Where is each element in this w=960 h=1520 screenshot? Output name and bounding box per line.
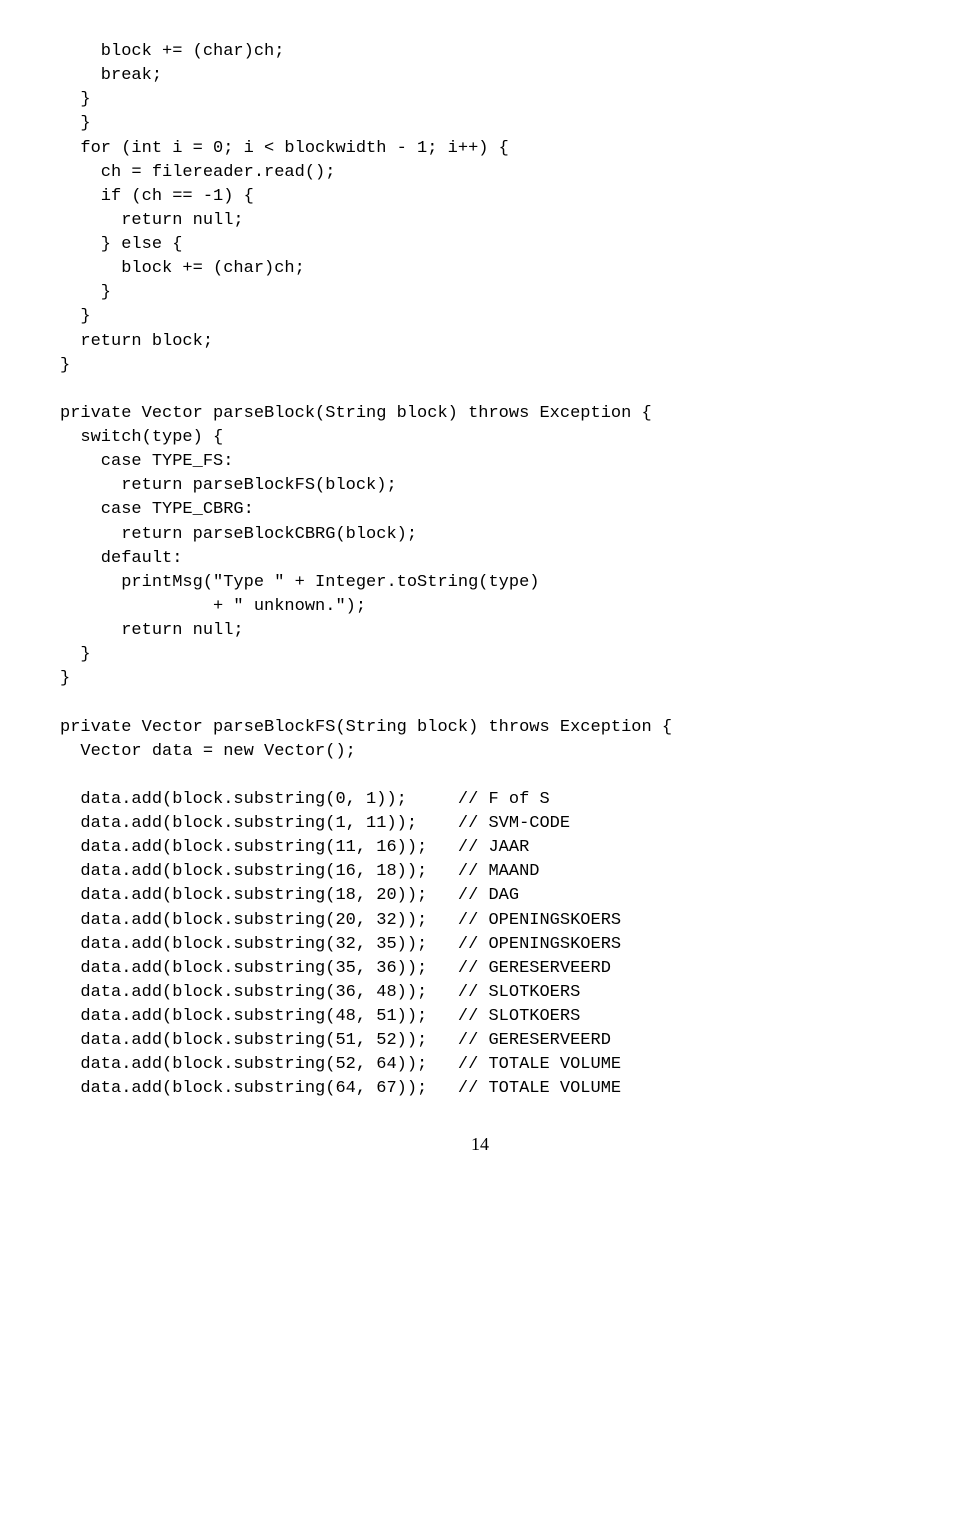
page-number: 14 (60, 1132, 900, 1158)
code-block: block += (char)ch; break; } } for (int i… (60, 40, 900, 1102)
